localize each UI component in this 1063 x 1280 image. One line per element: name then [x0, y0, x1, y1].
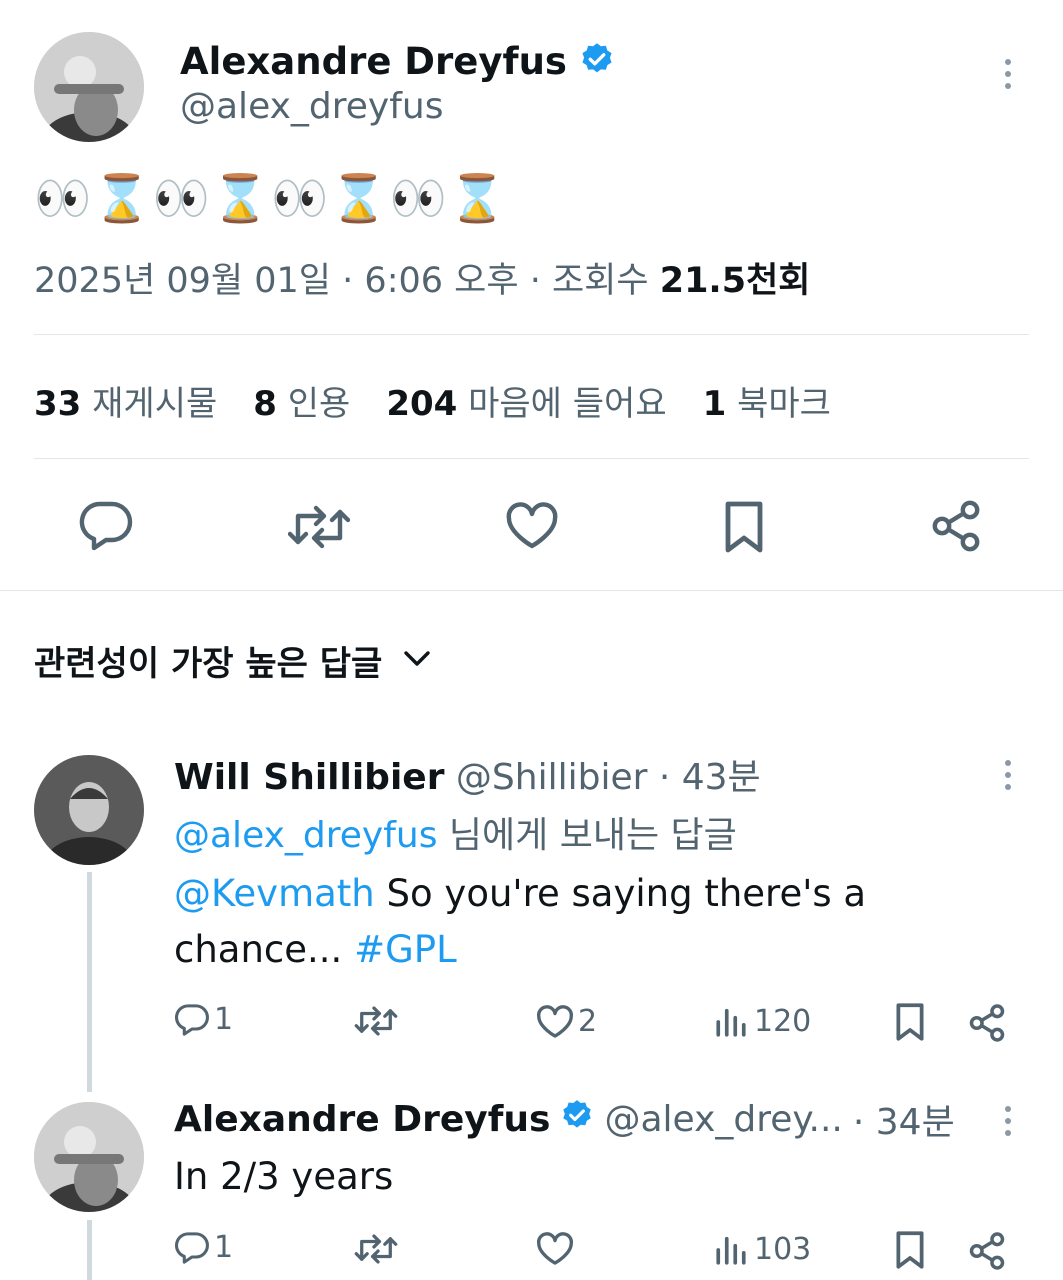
share-icon[interactable] [930, 500, 982, 556]
like-action[interactable] [536, 1232, 574, 1266]
reply-icon[interactable] [78, 500, 134, 556]
view-count: 103 [754, 1232, 812, 1267]
replying-to: @alex_dreyfus 님에게 보내는 답글 [174, 806, 737, 858]
author-handle[interactable]: @alex_dreyfus [180, 86, 443, 127]
reply-text-line2: chance... [174, 928, 343, 971]
mention-link[interactable]: @Kevmath [174, 872, 375, 915]
share-action[interactable] [968, 1232, 1006, 1270]
reply-author-name[interactable]: Alexandre Dreyfus [174, 1099, 550, 1140]
like-action[interactable]: 2 [536, 1004, 597, 1039]
like-count: 2 [578, 1004, 598, 1039]
reply-author-handle[interactable]: @Shillibier [456, 757, 647, 798]
reply-author-name[interactable]: Will Shillibier [174, 757, 444, 798]
like-icon[interactable] [505, 502, 559, 554]
reply-time[interactable]: · 43분 [659, 757, 761, 798]
reply-avatar[interactable] [34, 1102, 144, 1212]
reply-avatar[interactable] [34, 755, 144, 865]
reply-header: Alexandre Dreyfus @alex_drey... · 34분 [174, 1093, 955, 1145]
share-action[interactable] [968, 1004, 1006, 1042]
views-action[interactable]: 120 [714, 1004, 811, 1039]
bookmark-action[interactable] [894, 1230, 926, 1270]
stat-bookmarks[interactable]: 1 북마크 [703, 376, 831, 425]
replies-sort-dropdown[interactable]: 관련성이 가장 높은 답글 [34, 636, 432, 685]
thread-line [87, 872, 92, 1092]
section-divider [0, 590, 1063, 591]
reply-text: In 2/3 years [174, 1155, 394, 1198]
author-name[interactable]: Alexandre Dreyfus [180, 40, 567, 83]
reply-header: Will Shillibier @Shillibier · 43분 [174, 748, 761, 800]
hashtag-link[interactable]: #GPL [354, 928, 457, 971]
meta-separator: · [529, 261, 541, 301]
repost-icon[interactable] [287, 502, 351, 556]
more-options-icon[interactable] [1004, 760, 1012, 796]
repost-action[interactable] [354, 1004, 398, 1038]
divider [34, 458, 1029, 459]
tweet-meta: 2025년 09월 01일 · 6:06 오후 · 조회수 21.5천회 [34, 252, 810, 303]
more-options-icon[interactable] [1004, 1106, 1012, 1142]
tweet-text: 👀⌛👀⌛👀⌛👀⌛ [34, 171, 509, 225]
views-count: 21.5천회 [659, 261, 811, 301]
divider [34, 334, 1029, 335]
author-avatar[interactable] [34, 32, 144, 142]
bookmark-icon[interactable] [722, 500, 766, 558]
reply-count: 1 [214, 1230, 234, 1265]
views-action[interactable]: 103 [714, 1232, 811, 1267]
reply-count: 1 [214, 1002, 234, 1037]
more-options-icon[interactable] [1004, 59, 1012, 95]
verified-badge-icon [560, 1098, 594, 1141]
thread-line [87, 1220, 92, 1280]
reply-author-handle[interactable]: @alex_drey... [604, 1099, 842, 1140]
tweet-time[interactable]: 6:06 오후 [364, 261, 518, 301]
reply-time[interactable]: · 34분 [853, 1093, 955, 1145]
view-count: 120 [754, 1004, 812, 1039]
reply-text-line1: So you're saying there's a [386, 872, 867, 915]
replying-to-link[interactable]: @alex_dreyfus [174, 815, 437, 856]
chevron-down-icon [402, 649, 432, 673]
replying-to-suffix: 님에게 보내는 답글 [448, 815, 737, 856]
tweet-date[interactable]: 2025년 09월 01일 [34, 261, 331, 301]
stats-row: 33 재게시물 8 인용 204 마음에 들어요 1 북마크 [34, 376, 831, 425]
replies-sort-label: 관련성이 가장 높은 답글 [34, 644, 383, 684]
views-label: 조회수 [551, 261, 649, 301]
stat-reposts[interactable]: 33 재게시물 [34, 376, 217, 425]
reply-action[interactable]: 1 [174, 1002, 233, 1037]
bookmark-action[interactable] [894, 1002, 926, 1042]
verified-badge-icon [579, 41, 615, 81]
author-name-row: Alexandre Dreyfus [180, 38, 615, 84]
reply-action[interactable]: 1 [174, 1230, 233, 1265]
stat-quotes[interactable]: 8 인용 [253, 376, 350, 425]
stat-likes[interactable]: 204 마음에 들어요 [386, 376, 666, 425]
reply-text: @Kevmath So you're saying there's a chan… [174, 866, 954, 978]
meta-separator: · [342, 261, 354, 301]
repost-action[interactable] [354, 1232, 398, 1266]
